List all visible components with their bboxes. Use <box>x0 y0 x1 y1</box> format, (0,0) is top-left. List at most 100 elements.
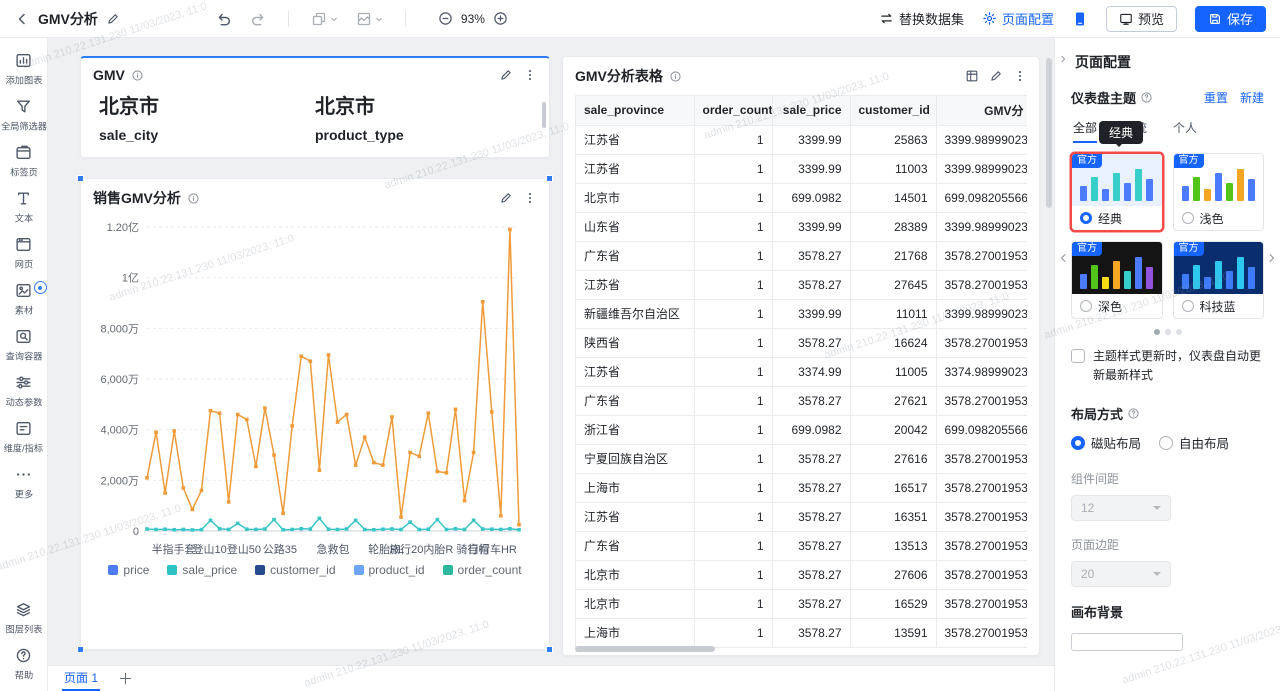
sidebar-item-tab-page[interactable]: 标签页 <box>0 138 48 184</box>
sidebar-item-dynamic-params[interactable]: 动态参数 <box>0 368 48 414</box>
dashboard-canvas[interactable]: GMV 北京市 sale_city 北京市 product_type <box>48 38 1054 691</box>
carousel-next-icon[interactable] <box>1266 252 1278 264</box>
table-row[interactable]: 浙江省1699.098220042699.0982055664062 <box>576 415 1027 444</box>
layout-option-radio[interactable]: 自由布局 <box>1159 433 1229 452</box>
sidebar-item-text[interactable]: 文本 <box>0 184 48 230</box>
more-options-icon[interactable] <box>523 191 537 205</box>
theme-radio[interactable] <box>1080 300 1092 312</box>
table-row[interactable]: 北京市13578.27165293578.270019531250 <box>576 589 1027 618</box>
resize-handle[interactable] <box>546 646 553 653</box>
collapse-panel-icon[interactable] <box>1058 54 1068 64</box>
theme-auto-update-checkbox[interactable]: 主题样式更新时，仪表盘自动更新最新样式 <box>1071 347 1264 384</box>
table-column-header[interactable]: sale_province <box>576 96 694 125</box>
page-margin-select[interactable]: 20 <box>1071 561 1171 587</box>
theme-tab-personal[interactable]: 个人 <box>1173 119 1197 136</box>
replace-dataset-button[interactable]: 替换数据集 <box>879 9 964 28</box>
widget-gmv-table[interactable]: GMV分析表格 sale_provinceorder_countsale_pri… <box>562 56 1040 656</box>
zoom-in-icon[interactable] <box>493 11 508 26</box>
page-tab[interactable]: 页面 1 <box>62 666 100 691</box>
resize-handle[interactable] <box>77 646 84 653</box>
table-row[interactable]: 宁夏回族自治区13578.27276163578.270019531250 <box>576 444 1027 473</box>
dot[interactable] <box>1176 329 1182 335</box>
table-row[interactable]: 江苏省13578.27276453578.270019531250 <box>576 270 1027 299</box>
table-view-icon[interactable] <box>965 69 979 83</box>
sidebar-item-webpage[interactable]: 网页 <box>0 230 48 276</box>
table-row[interactable]: 山东省13399.99283893399.989990234375 <box>576 212 1027 241</box>
table-row[interactable]: 上海市13578.27165173578.270019531250 <box>576 473 1027 502</box>
new-theme-link[interactable]: 新建 <box>1240 89 1264 106</box>
theme-radio[interactable] <box>1182 300 1194 312</box>
theme-card[interactable]: 官方浅色 <box>1173 153 1265 231</box>
mobile-layout-icon[interactable] <box>1072 11 1088 27</box>
layer-order-button[interactable] <box>356 11 383 27</box>
sidebar-item-add-chart[interactable]: 添加图表 <box>0 46 48 92</box>
edit-widget-icon[interactable] <box>989 69 1003 83</box>
undo-icon[interactable] <box>216 11 232 27</box>
dot[interactable] <box>1165 329 1171 335</box>
table-column-header[interactable]: GMV分 <box>936 96 1027 125</box>
table-row[interactable]: 广东省13578.27135133578.270019531250 <box>576 531 1027 560</box>
theme-card[interactable]: 官方深色 <box>1071 241 1163 319</box>
horizontal-scrollbar-thumb[interactable] <box>575 646 715 652</box>
theme-radio[interactable] <box>1182 212 1194 224</box>
preview-button[interactable]: 预览 <box>1106 6 1177 32</box>
sidebar-item-query-container[interactable]: 查询容器 <box>0 322 48 368</box>
page-config-button[interactable]: 页面配置 <box>982 9 1054 28</box>
table-row[interactable]: 上海市13578.27135913578.270019531250 <box>576 618 1027 647</box>
help-circle-icon[interactable] <box>1140 91 1153 104</box>
back-icon[interactable] <box>14 11 30 27</box>
sidebar-item-more[interactable]: 更多 <box>0 460 48 506</box>
sidebar-item-layer-list[interactable]: 图层列表 <box>0 595 48 641</box>
table-row[interactable]: 北京市13578.27276063578.270019531250 <box>576 560 1027 589</box>
rename-edit-icon[interactable] <box>106 12 120 26</box>
carousel-dots[interactable] <box>1071 329 1264 335</box>
table-row[interactable]: 广东省13578.27276213578.270019531250 <box>576 386 1027 415</box>
theme-card[interactable]: 官方经典 <box>1071 153 1163 231</box>
line-chart-plot[interactable]: 02,000万4,000万6,000万8,000万1亿1.20亿半指手套登山10… <box>91 215 539 561</box>
legend-item[interactable]: product_id <box>354 563 425 577</box>
table-row[interactable]: 江苏省13399.99110033399.989990234375 <box>576 154 1027 183</box>
theme-radio[interactable] <box>1080 212 1092 224</box>
save-button[interactable]: 保存 <box>1195 6 1266 32</box>
widget-line-chart[interactable]: 销售GMV分析 02,000万4,000万6,000万8,000万1亿1.20亿… <box>80 178 550 650</box>
zoom-out-icon[interactable] <box>438 11 453 26</box>
table-row[interactable]: 广东省13578.27217683578.270019531250 <box>576 241 1027 270</box>
edit-widget-icon[interactable] <box>499 191 513 205</box>
add-page-icon[interactable]: ＋ <box>118 668 133 691</box>
carousel-prev-icon[interactable] <box>1057 252 1069 264</box>
component-gap-select[interactable]: 12 <box>1071 495 1171 521</box>
table-column-header[interactable]: order_count <box>694 96 772 125</box>
scrollbar-thumb[interactable] <box>542 102 546 128</box>
table-row[interactable]: 新疆维吾尔自治区13399.99110113399.989990234375 <box>576 299 1027 328</box>
radio-icon[interactable] <box>1159 436 1173 450</box>
widget-gmv-card[interactable]: GMV 北京市 sale_city 北京市 product_type <box>80 56 550 158</box>
canvas-bg-input[interactable] <box>1071 633 1183 651</box>
theme-card[interactable]: 官方科技蓝 <box>1173 241 1265 319</box>
dot[interactable] <box>1154 329 1160 335</box>
checkbox[interactable] <box>1071 349 1085 363</box>
table-row[interactable]: 江苏省13578.27163513578.270019531250 <box>576 502 1027 531</box>
legend-item[interactable]: sale_price <box>167 563 237 577</box>
help-circle-icon[interactable] <box>1127 407 1140 420</box>
reset-theme-link[interactable]: 重置 <box>1204 89 1228 106</box>
radio-icon[interactable] <box>1071 436 1085 450</box>
legend-item[interactable]: price <box>108 563 149 577</box>
resize-handle[interactable] <box>77 175 84 182</box>
table-row[interactable]: 江苏省13374.99110053374.989990234375 <box>576 357 1027 386</box>
table-column-header[interactable]: customer_id <box>850 96 936 125</box>
sidebar-item-filter[interactable]: 全局筛选器 <box>0 92 48 138</box>
table-row[interactable]: 北京市1699.098214501699.0982055664062 <box>576 183 1027 212</box>
resize-handle[interactable] <box>546 175 553 182</box>
table-column-header[interactable]: sale_price <box>772 96 850 125</box>
canvas-scrollbar-thumb[interactable] <box>1046 58 1052 208</box>
data-table[interactable]: sale_provinceorder_countsale_pricecustom… <box>575 95 1027 648</box>
legend-item[interactable]: order_count <box>443 563 522 577</box>
table-row[interactable]: 江苏省13399.99258633399.989990234375 <box>576 125 1027 154</box>
sidebar-item-material[interactable]: 素材 <box>0 276 48 322</box>
edit-widget-icon[interactable] <box>499 68 513 82</box>
sidebar-item-help[interactable]: 帮助 <box>0 641 48 687</box>
legend-item[interactable]: customer_id <box>255 563 335 577</box>
theme-tab-all[interactable]: 全部 <box>1073 119 1097 136</box>
layout-option-selected[interactable]: 磁贴布局 <box>1071 433 1141 452</box>
more-options-icon[interactable] <box>523 68 537 82</box>
